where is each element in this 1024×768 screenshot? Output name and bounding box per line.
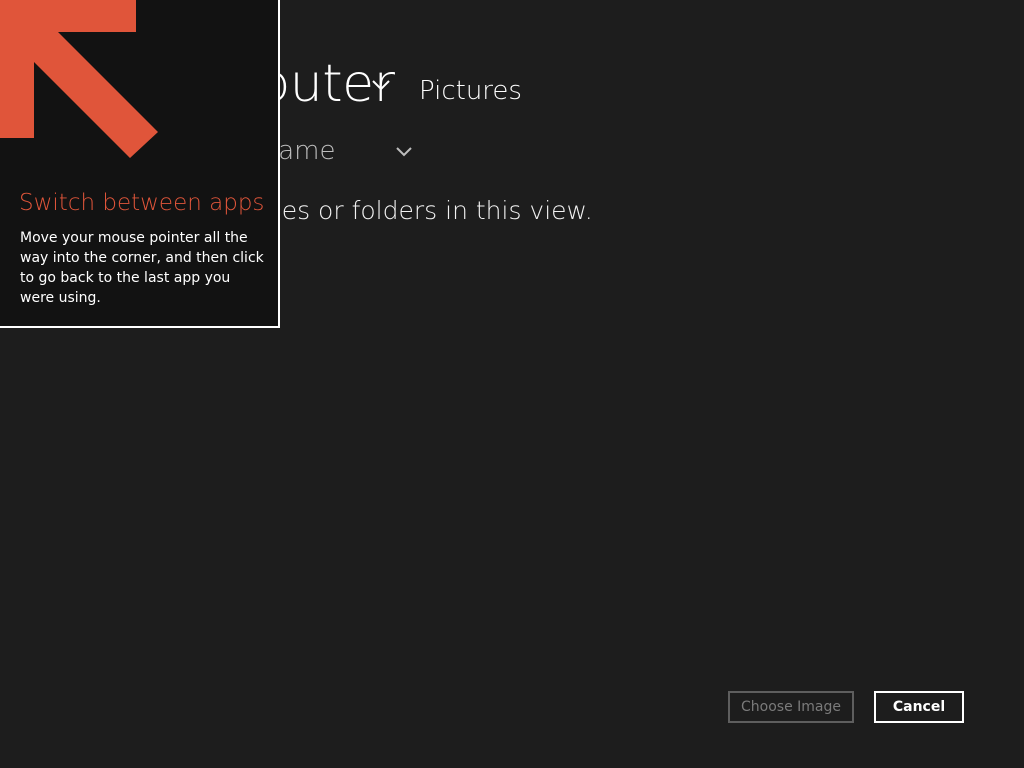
file-picker-screen: Computer Pictures Sort by name There are… <box>0 0 1024 768</box>
chevron-down-icon[interactable] <box>395 145 413 159</box>
location-subfolder[interactable]: Pictures <box>419 74 522 108</box>
chevron-down-icon[interactable] <box>371 77 391 93</box>
arrow-up-left-icon <box>0 0 158 158</box>
choose-image-button[interactable]: Choose Image <box>728 691 854 723</box>
tip-title: Switch between apps <box>19 190 265 216</box>
tip-body: Move your mouse pointer all the way into… <box>20 230 264 306</box>
cancel-button[interactable]: Cancel <box>874 691 964 723</box>
switch-apps-tip: Switch between apps Move your mouse poin… <box>0 0 280 328</box>
